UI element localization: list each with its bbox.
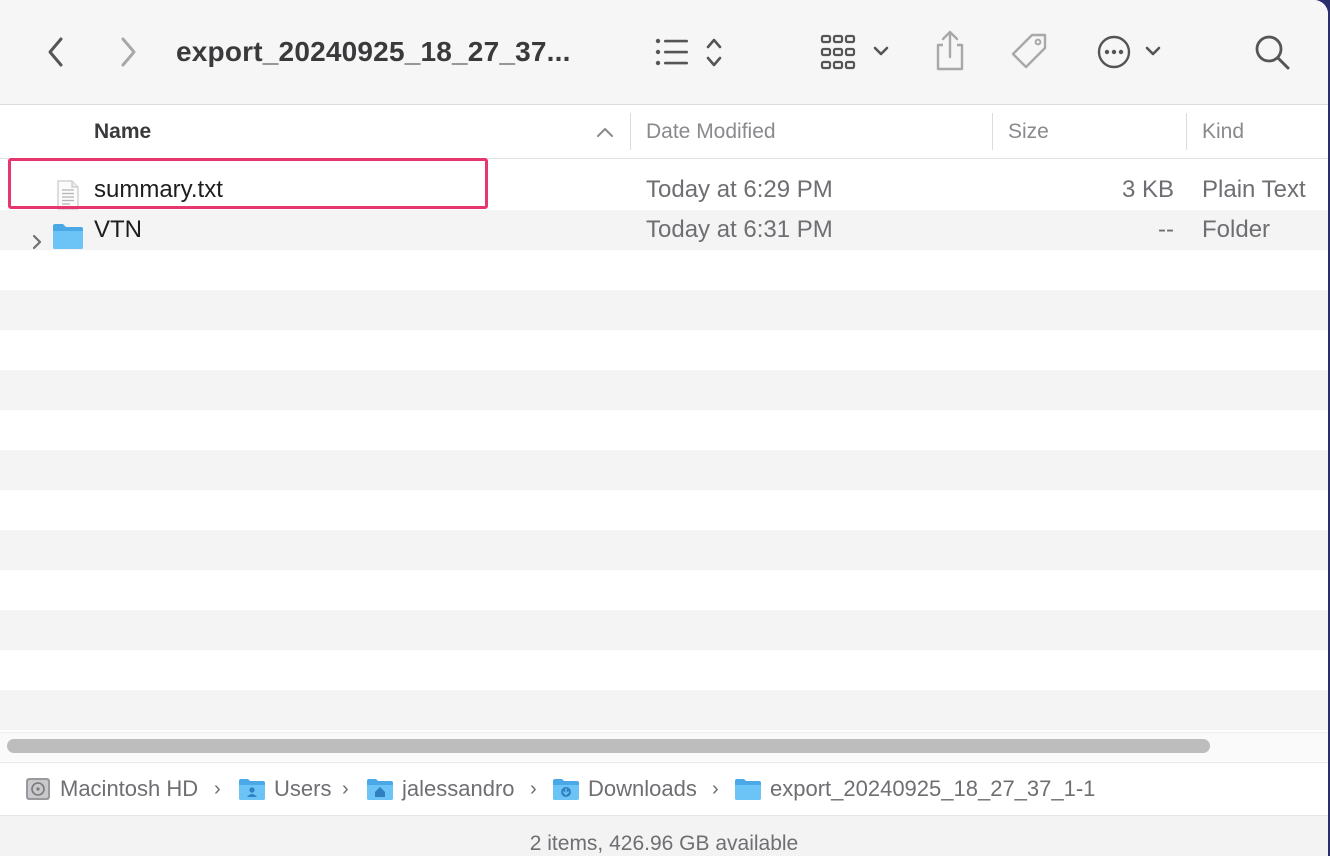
more-actions-button[interactable] (1094, 31, 1166, 73)
path-item-macintosh-hd[interactable]: Macintosh HD (24, 763, 198, 815)
list-view-icon (655, 38, 722, 67)
horizontal-scrollbar[interactable] (0, 732, 1328, 761)
column-size[interactable]: Size (1008, 105, 1049, 158)
path-item-label: jalessandro (402, 776, 515, 801)
status-text: 2 items, 426.96 GB available (529, 832, 799, 855)
column-name[interactable]: Name (94, 105, 151, 158)
tag-button[interactable] (1008, 30, 1050, 74)
path-item-export[interactable]: export_20240925_18_27_37_1-1 (734, 763, 1095, 815)
file-kind: Folder (1202, 216, 1271, 243)
forward-button[interactable] (110, 32, 146, 72)
empty-row (0, 250, 1328, 290)
downloads-folder-icon (553, 779, 579, 800)
folder-icon (735, 779, 761, 800)
empty-row (0, 490, 1328, 530)
column-divider[interactable] (1186, 113, 1187, 150)
view-options-button[interactable] (652, 32, 732, 72)
status-bar: 2 items, 426.96 GB available (0, 815, 1328, 856)
path-separator-chevron: › (214, 778, 221, 800)
file-size: -- (1158, 216, 1174, 243)
back-button[interactable] (38, 32, 74, 72)
path-separator-chevron: › (342, 778, 349, 800)
share-icon (936, 30, 964, 71)
file-date-modified: Today at 6:31 PM (646, 216, 833, 243)
path-item-users[interactable]: Users (238, 763, 331, 815)
group-button[interactable] (818, 32, 894, 72)
empty-row (0, 410, 1328, 450)
file-kind: Plain Text (1202, 176, 1306, 203)
share-button[interactable] (930, 28, 970, 74)
search-icon (1255, 35, 1290, 70)
column-divider[interactable] (992, 113, 993, 150)
empty-row (0, 370, 1328, 410)
path-separator-chevron: › (712, 778, 719, 800)
home-folder-icon (367, 779, 393, 800)
text-document-icon (57, 180, 79, 210)
path-item-home[interactable]: jalessandro (366, 763, 515, 815)
sort-ascending-icon[interactable] (596, 125, 614, 139)
toolbar: export_20240925_18_27_37... (0, 0, 1328, 105)
search-button[interactable] (1252, 32, 1292, 72)
chevron-right-icon (121, 37, 136, 67)
chevron-left-icon (48, 37, 63, 67)
tag-icon (1011, 33, 1047, 69)
path-separator-chevron: › (530, 778, 537, 800)
hard-drive-icon (26, 778, 50, 800)
users-folder-icon (239, 779, 265, 800)
file-date-modified: Today at 6:29 PM (646, 176, 833, 203)
scrollbar-thumb[interactable] (7, 739, 1210, 753)
empty-row (0, 650, 1328, 690)
path-item-label: Users (274, 776, 332, 801)
column-kind[interactable]: Kind (1202, 105, 1244, 158)
empty-row (0, 570, 1328, 610)
empty-row (0, 450, 1328, 490)
column-date-modified[interactable]: Date Modified (646, 105, 776, 158)
file-row-summary[interactable]: summary.txt Today at 6:29 PM 3 KB Plain … (0, 170, 1328, 210)
path-bar: Macintosh HD › Users › jalessandro › Dow… (0, 762, 1328, 815)
file-list: summary.txt Today at 6:29 PM 3 KB Plain … (0, 159, 1328, 731)
file-name: VTN (94, 216, 142, 243)
grid-view-icon (820, 34, 889, 70)
finder-window: export_20240925_18_27_37... Name Date Mo… (0, 0, 1328, 856)
path-item-label: Downloads (588, 776, 697, 801)
empty-row (0, 690, 1328, 730)
path-item-downloads[interactable]: Downloads (552, 763, 697, 815)
column-divider[interactable] (630, 113, 631, 150)
column-header: Name Date Modified Size Kind (0, 105, 1328, 159)
empty-row (0, 530, 1328, 570)
file-size: 3 KB (1121, 176, 1174, 203)
file-name: summary.txt (94, 176, 223, 203)
path-item-label: export_20240925_18_27_37_1-1 (770, 776, 1096, 801)
empty-row (0, 330, 1328, 370)
empty-row (0, 610, 1328, 650)
empty-row (0, 290, 1328, 330)
path-item-label: Macintosh HD (60, 776, 199, 801)
window-title: export_20240925_18_27_37... (176, 36, 571, 67)
ellipsis-circle-icon (1097, 35, 1161, 69)
file-row-vtn[interactable]: VTN Today at 6:31 PM -- Folder (0, 210, 1328, 250)
